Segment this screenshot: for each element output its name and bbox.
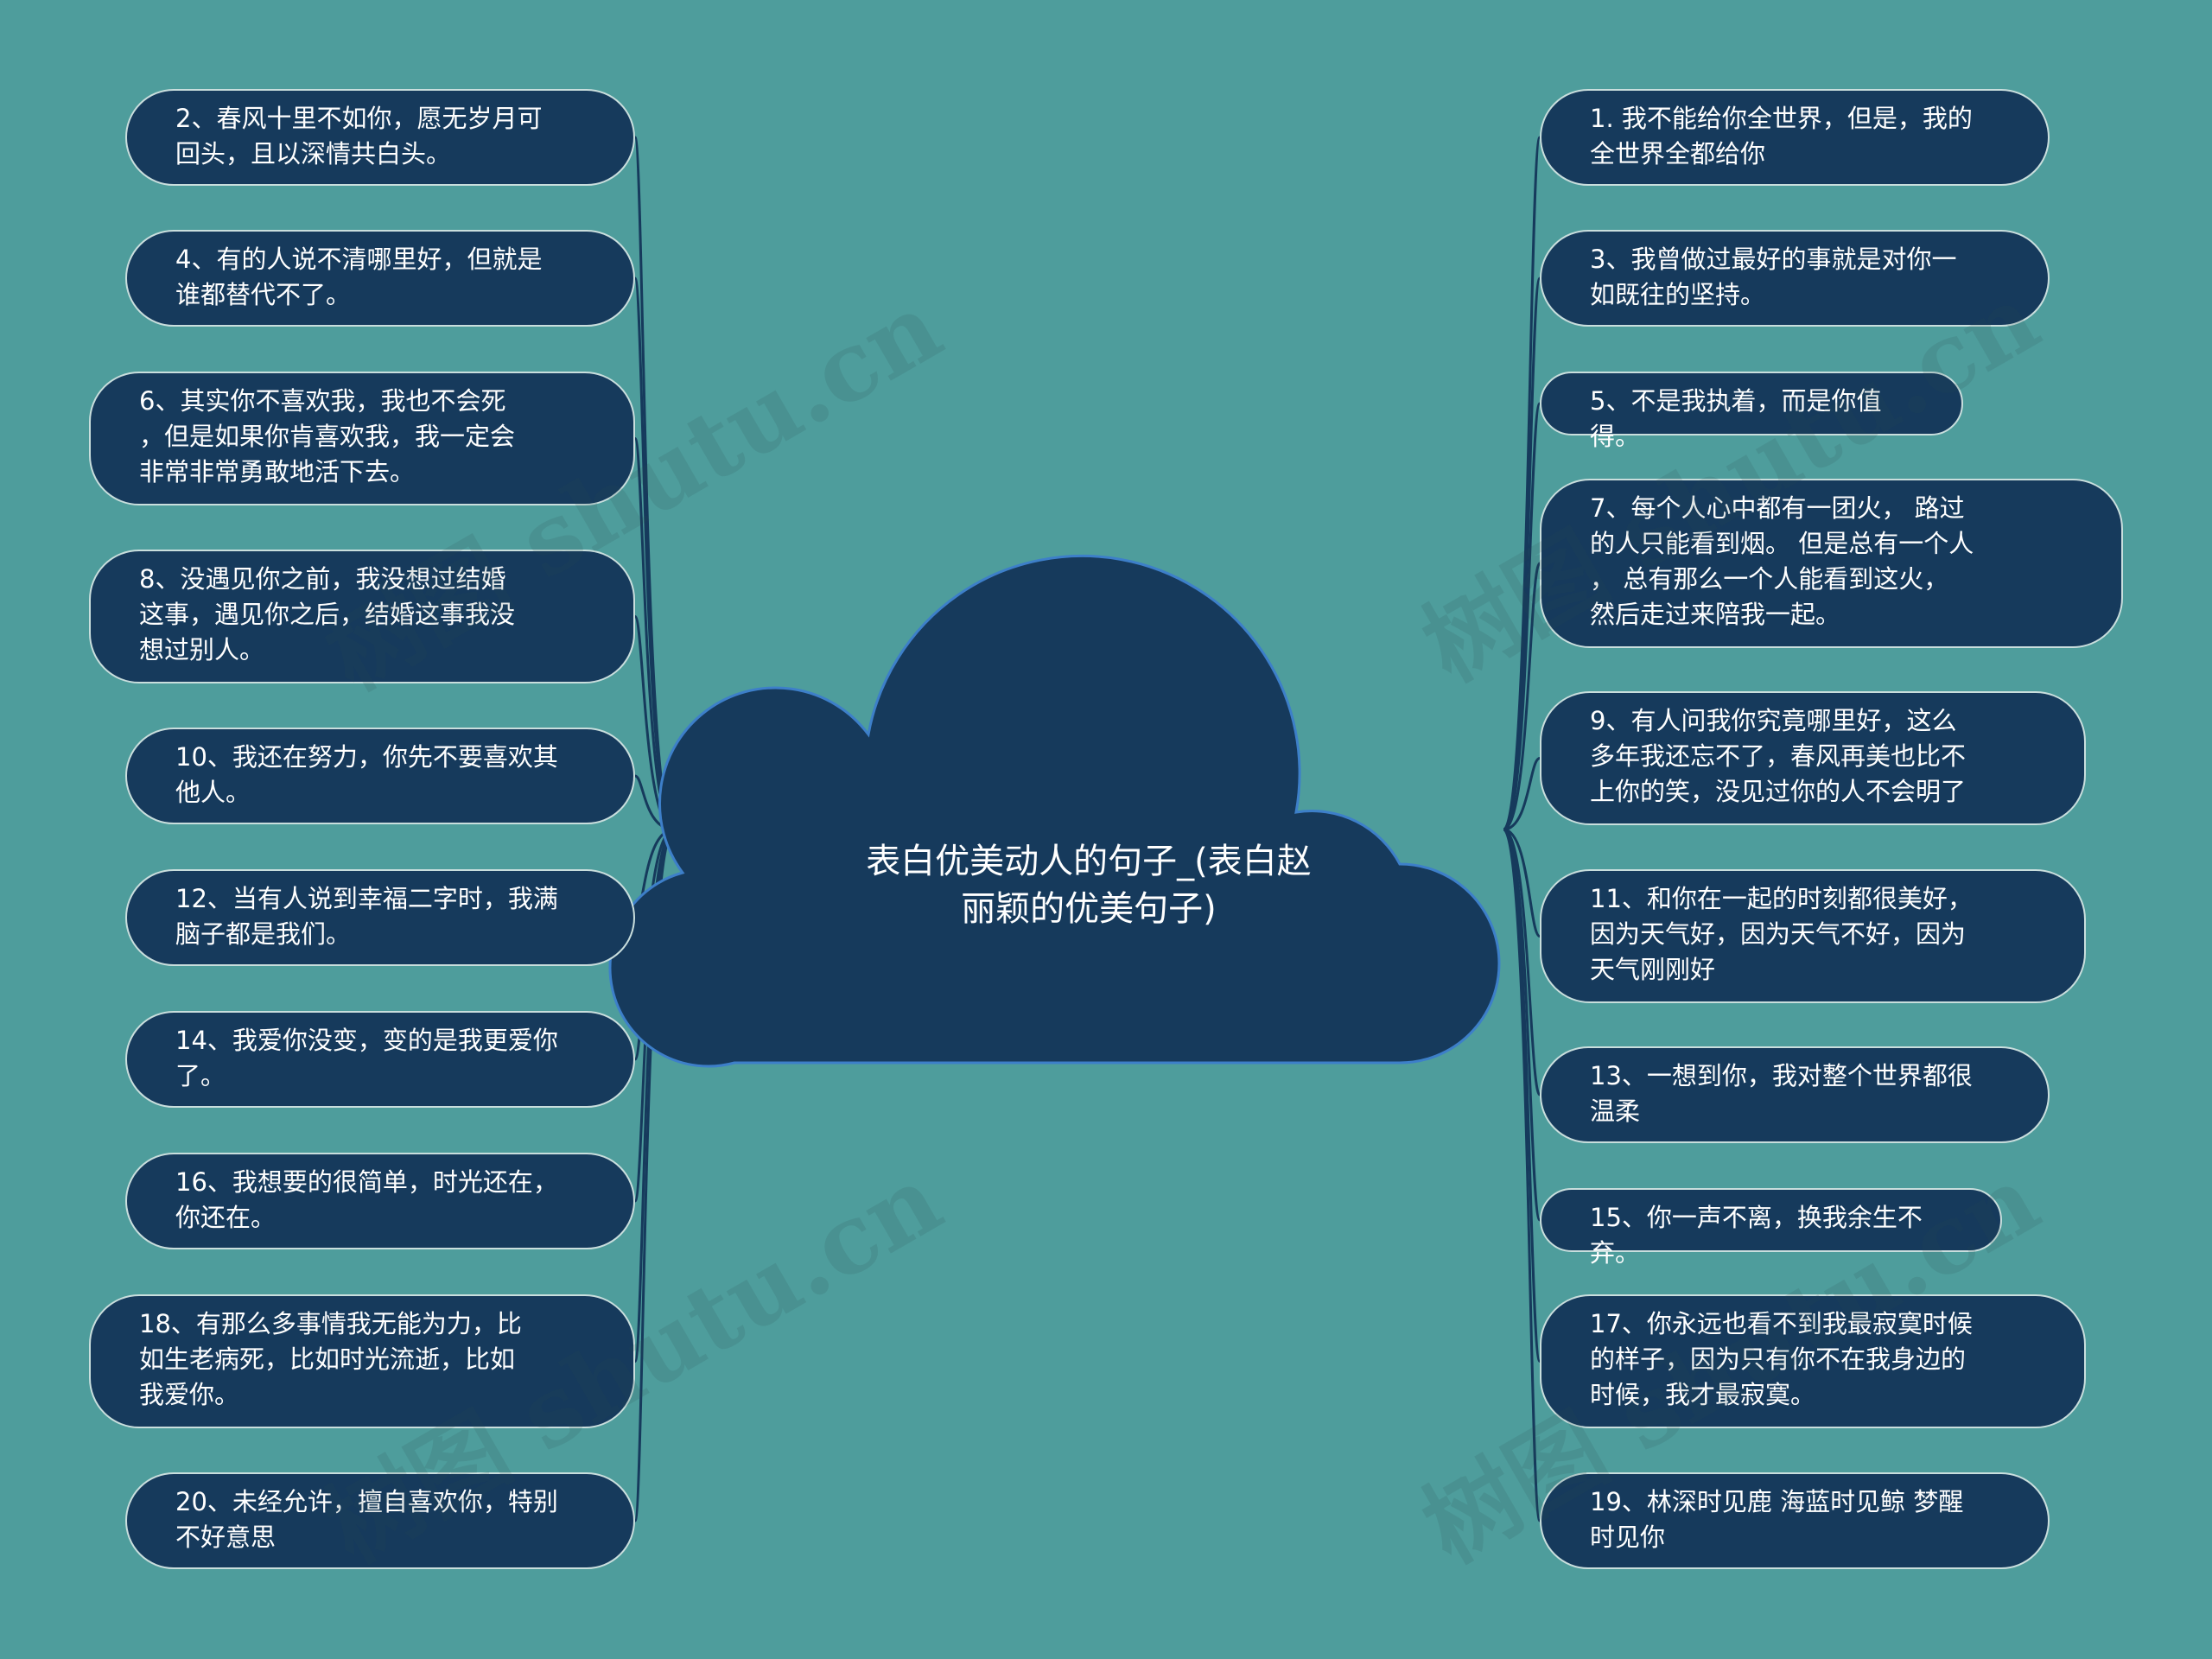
central-topic[interactable]: 表白优美动人的句子_(表白赵丽颖的优美句子) bbox=[864, 838, 1313, 933]
right-topic-node[interactable]: 7、每个人心中都有一团火， 路过 的人只能看到烟。 但是总有一个人 ， 总有那么… bbox=[1540, 479, 2123, 648]
central-cloud-shape[interactable] bbox=[608, 555, 1501, 1068]
left-topic-node[interactable]: 20、未经允许，擅自喜欢你，特别 不好意思 bbox=[125, 1472, 635, 1569]
right-topic-node[interactable]: 5、不是我执着，而是你值得。 bbox=[1540, 372, 1963, 451]
connector-line-right bbox=[1502, 276, 1541, 831]
right-topic-node[interactable]: 17、你永远也看不到我最寂寞时候 的样子，因为只有你不在我身边的 时候，我才最寂… bbox=[1540, 1294, 2086, 1428]
right-topic-node[interactable]: 15、你一声不离，换我余生不弃。 bbox=[1540, 1188, 2002, 1268]
right-topic-node[interactable]: 1. 我不能给你全世界，但是，我的 全世界全都给你 bbox=[1540, 89, 2050, 186]
left-topic-node[interactable]: 6、其实你不喜欢我，我也不会死 ，但是如果你肯喜欢我，我一定会 非常非常勇敢地活… bbox=[89, 372, 635, 505]
left-topic-node[interactable]: 14、我爱你没变，变的是我更爱你 了。 bbox=[125, 1011, 635, 1108]
right-topic-node[interactable]: 3、我曾做过最好的事就是对你一 如既往的坚持。 bbox=[1540, 230, 2050, 327]
left-topic-node[interactable]: 4、有的人说不清哪里好，但就是 谁都替代不了。 bbox=[125, 230, 635, 327]
right-topic-node[interactable]: 13、一想到你，我对整个世界都很 温柔 bbox=[1540, 1046, 2050, 1143]
left-topic-node[interactable]: 12、当有人说到幸福二字时，我满 脑子都是我们。 bbox=[125, 869, 635, 966]
right-topic-node[interactable]: 9、有人问我你究竟哪里好，这么 多年我还忘不了，春风再美也比不 上你的笑，没见过… bbox=[1540, 691, 2086, 825]
left-topic-node[interactable]: 18、有那么多事情我无能为力，比 如生老病死，比如时光流逝，比如 我爱你。 bbox=[89, 1294, 635, 1428]
left-topic-node[interactable]: 16、我想要的很简单，时光还在， 你还在。 bbox=[125, 1153, 635, 1249]
left-topic-node[interactable]: 2、春风十里不如你，愿无岁月可 回头，且以深情共白头。 bbox=[125, 89, 635, 186]
right-topic-node[interactable]: 11、和你在一起的时刻都很美好， 因为天气好，因为天气不好，因为 天气刚刚好 bbox=[1540, 869, 2086, 1003]
left-topic-node[interactable]: 8、没遇见你之前，我没想过结婚 这事，遇见你之后，结婚这事我没 想过别人。 bbox=[89, 550, 635, 683]
left-topic-node[interactable]: 10、我还在努力，你先不要喜欢其 他人。 bbox=[125, 728, 635, 824]
right-topic-node[interactable]: 19、林深时见鹿 海蓝时见鲸 梦醒 时见你 bbox=[1540, 1472, 2050, 1569]
